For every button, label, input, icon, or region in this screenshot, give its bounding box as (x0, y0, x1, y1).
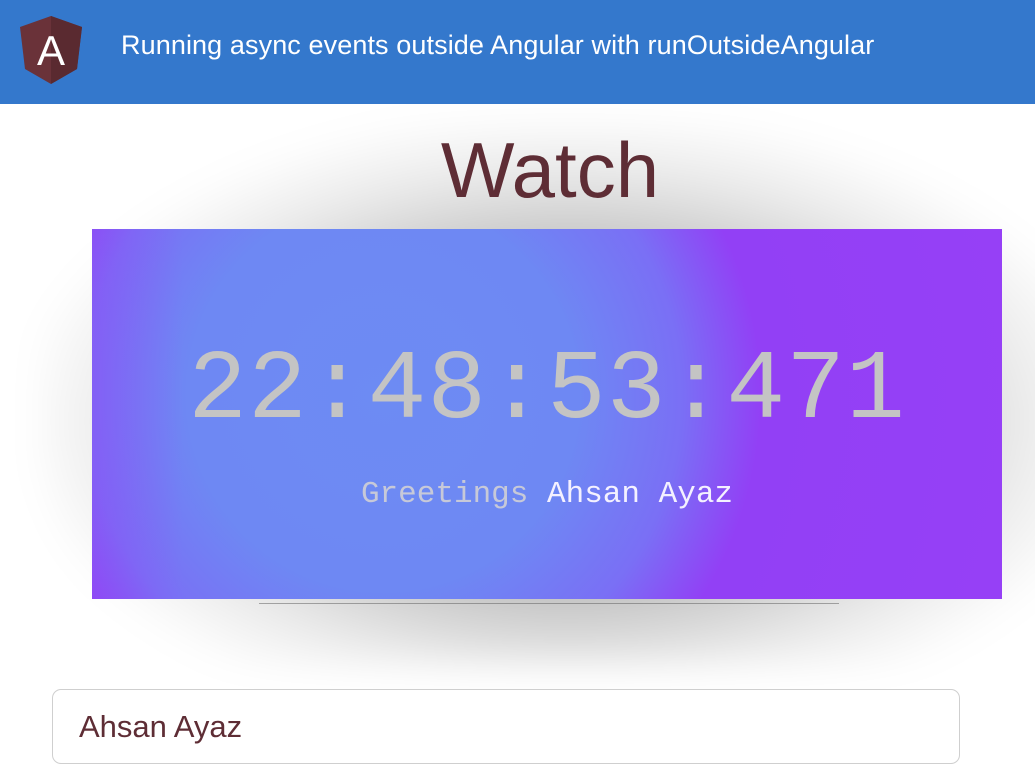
main-content: Watch 22:48:53:471 Greetings Ahsan Ayaz (0, 104, 1035, 782)
logo-letter: A (37, 27, 65, 74)
greeting-word: Greetings (360, 477, 529, 512)
angular-shield-icon: A (20, 16, 82, 84)
greeting-name: Ahsan Ayaz (547, 477, 734, 512)
header-title: Running async events outside Angular wit… (121, 30, 875, 60)
app-header: A Running async events outside Angular w… (0, 0, 1035, 104)
card-divider (259, 603, 839, 604)
name-input[interactable] (52, 689, 960, 764)
watch-card: 22:48:53:471 Greetings Ahsan Ayaz (92, 229, 1002, 599)
watch-time: 22:48:53:471 (188, 336, 906, 447)
page-title: Watch (440, 126, 660, 214)
watch-greeting: Greetings Ahsan Ayaz (92, 475, 1002, 515)
